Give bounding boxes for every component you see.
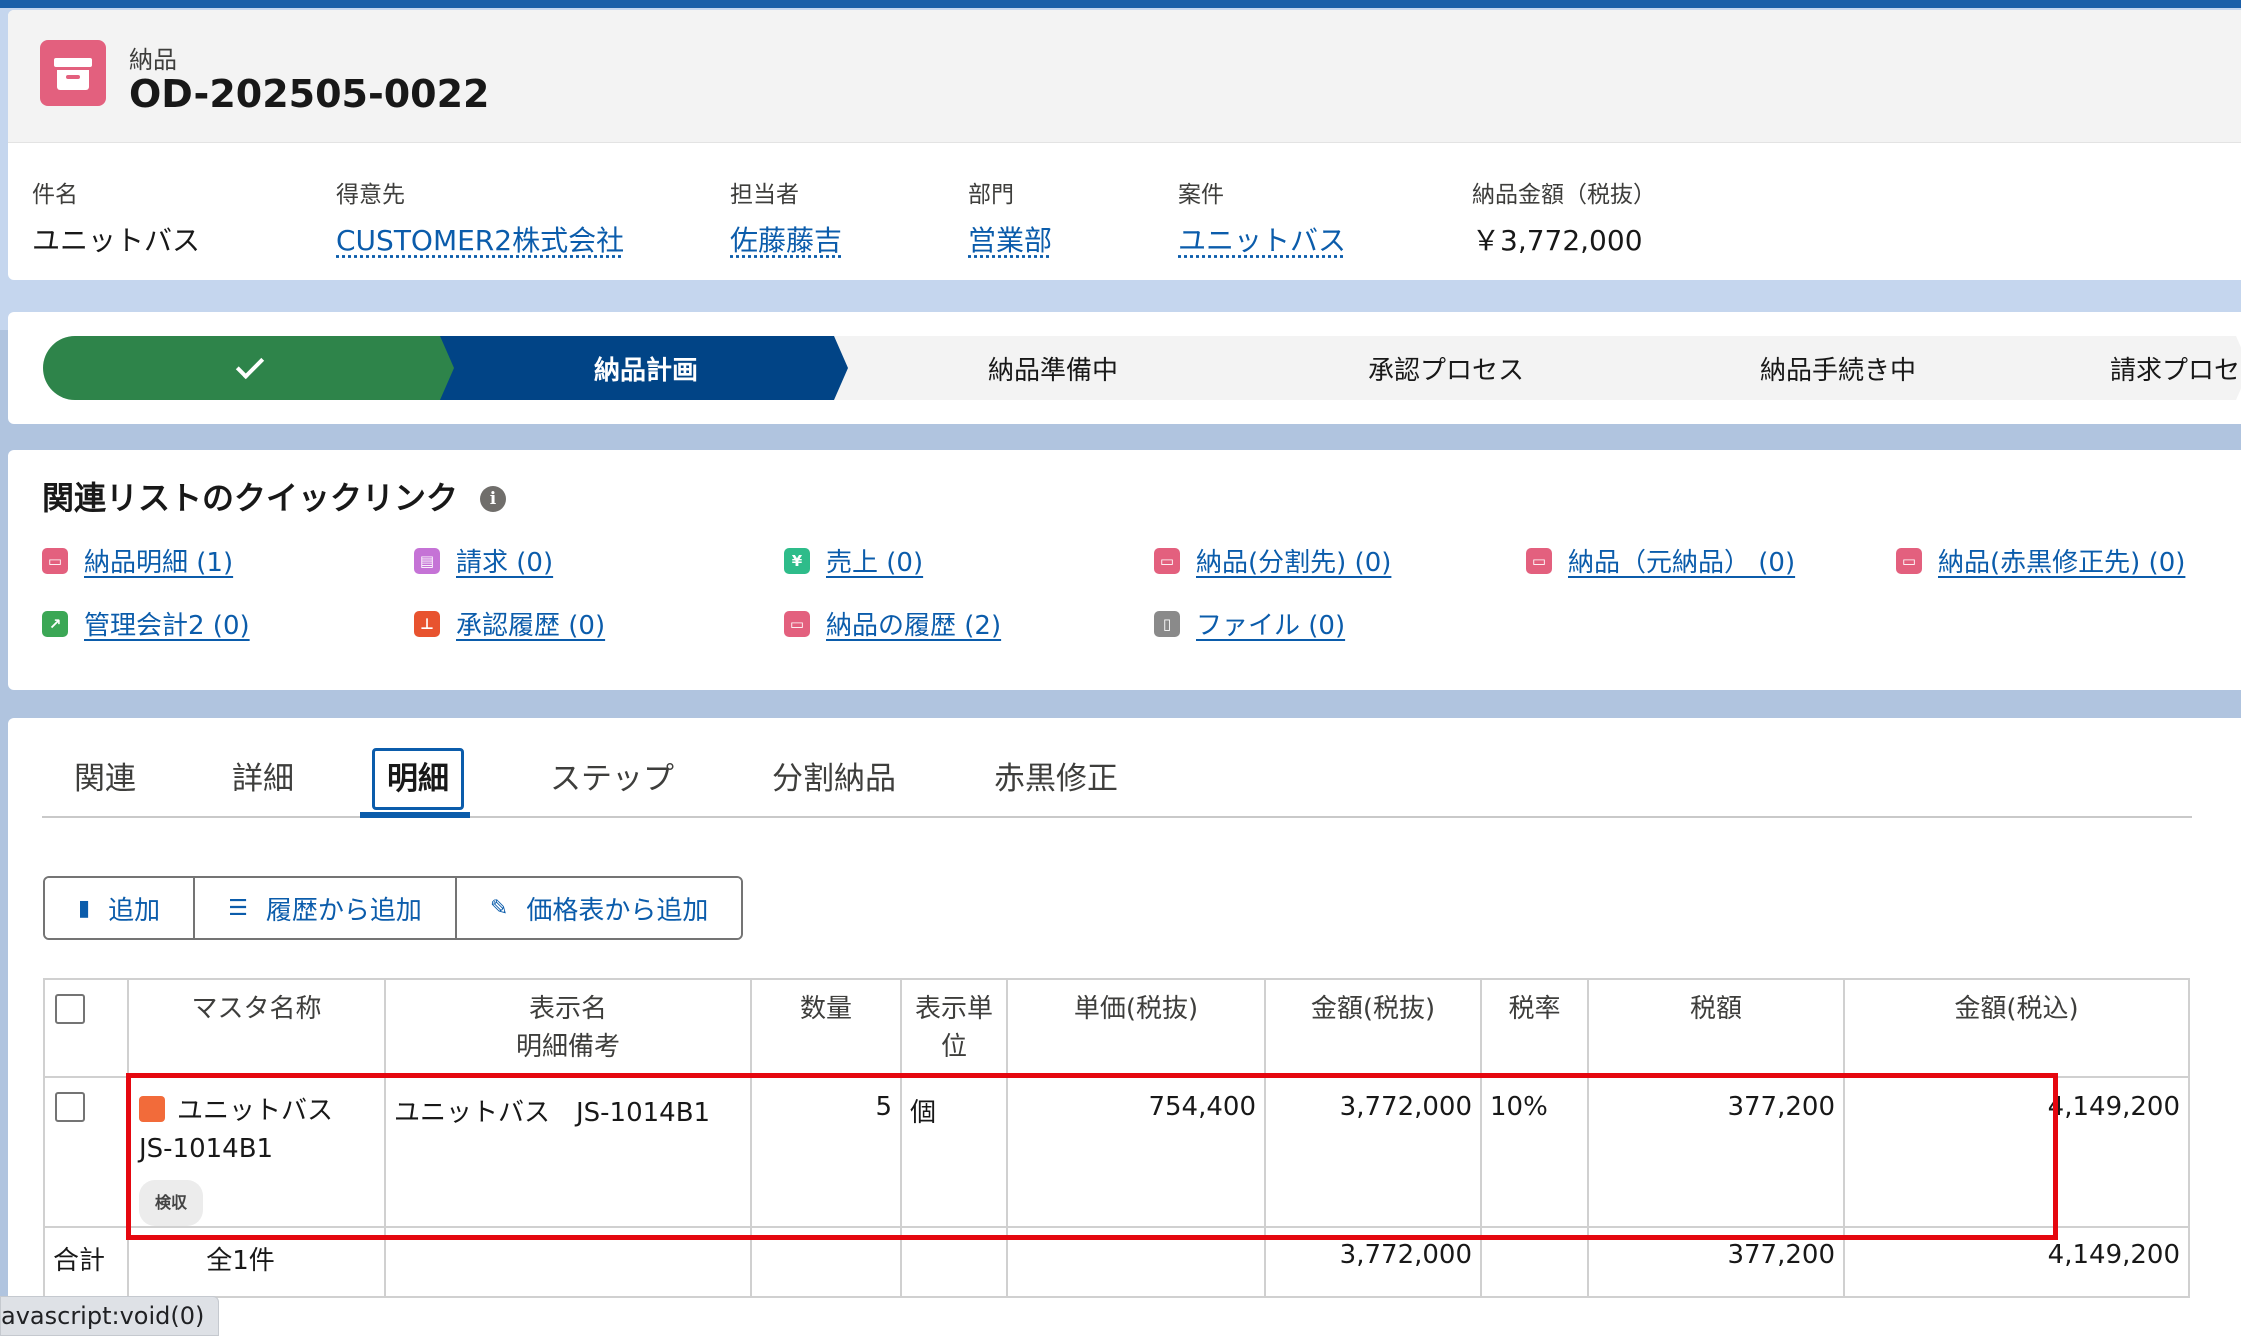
approval-icon: ⊥ (414, 610, 440, 637)
select-all-checkbox[interactable] (55, 994, 85, 1024)
header-quantity: 数量 (750, 978, 902, 1078)
path-step-procedure[interactable]: 納品手続き中 (1618, 336, 2058, 400)
object-label: 納品 (129, 46, 177, 74)
add-button[interactable]: ▮ 追加 (45, 878, 196, 938)
tab-line-items[interactable]: 明細 (372, 748, 464, 810)
checklist-icon: ☰ (228, 895, 248, 921)
path-card: 納品計画 納品準備中 承認プロセス 納品手続き中 請求プロセ (8, 312, 2241, 424)
chart-icon: ↗ (42, 610, 68, 637)
tab-split-delivery[interactable]: 分割納品 (772, 748, 896, 818)
table-header-row: マスタ名称 表示名 明細備考 数量 表示単位 単価(税抜) 金額(税抜) 税率 税… (43, 978, 2190, 1078)
quick-link-delivery-history[interactable]: ▭ 納品の履歴 (2) (784, 605, 1001, 642)
row-highlight-box (126, 1073, 2058, 1240)
tab-related[interactable]: 関連 (74, 748, 136, 818)
file-icon: ▯ (1154, 610, 1180, 637)
detail-tabs-card: 関連 詳細 明細 ステップ 分割納品 赤黒修正 ▮ 追加 ☰ 履歴から追加 ✎ 価格表… (8, 718, 2241, 1336)
header-tax-rate: 税率 (1480, 978, 1589, 1078)
path-step-approval[interactable]: 承認プロセス (1226, 336, 1666, 400)
total-label: 合計 (43, 1226, 129, 1298)
quick-link-split-delivery[interactable]: ▭ 納品(分割先) (0) (1154, 542, 1391, 579)
add-from-pricebook-button[interactable]: ✎ 価格表から追加 (456, 878, 742, 938)
checkmark-icon (235, 351, 263, 379)
header-amount-ex-tax: 金額(税抜) (1264, 978, 1482, 1078)
header-master-name: マスタ名称 (127, 978, 386, 1078)
related-quick-links: 関連リストのクイックリンク i ▭ 納品明細 (1) ▤ 請求 (0) ¥ 売上 (0… (8, 450, 2241, 690)
edit-list-icon: ✎ (489, 895, 509, 921)
quick-link-management-accounting[interactable]: ↗ 管理会計2 (0) (42, 605, 250, 642)
quick-link-files[interactable]: ▯ ファイル (0) (1154, 605, 1345, 642)
new-document-icon: ▮ (78, 895, 91, 921)
field-delivery-amount: 納品金額（税抜） ￥3,772,000 (1472, 182, 1656, 257)
opportunity-link[interactable]: ユニットバス (1178, 219, 1346, 259)
quick-link-sales[interactable]: ¥ 売上 (0) (784, 542, 923, 579)
record-header-top: 納品 OD-202505-0022 (8, 10, 2241, 143)
quick-links-title: 関連リストのクイックリンク (42, 479, 459, 517)
quick-link-original-delivery[interactable]: ▭ 納品（元納品） (0) (1526, 542, 1795, 579)
row-checkbox[interactable] (55, 1092, 85, 1122)
box-icon: ▭ (42, 547, 68, 574)
line-item-actions: ▮ 追加 ☰ 履歴から追加 ✎ 価格表から追加 (43, 876, 744, 940)
add-from-history-button[interactable]: ☰ 履歴から追加 (195, 878, 457, 938)
header-display-name: 表示名 明細備考 (384, 978, 752, 1078)
delivery-box-icon (40, 40, 106, 106)
header-unit: 表示単位 (900, 978, 1008, 1078)
row-select-cell (43, 1076, 129, 1228)
box-icon: ▭ (784, 610, 810, 637)
field-customer: 得意先 CUSTOMER2株式会社 (336, 182, 625, 259)
tab-correction[interactable]: 赤黒修正 (994, 748, 1118, 818)
tab-steps[interactable]: ステップ (550, 748, 674, 818)
active-tab-indicator (360, 812, 470, 818)
customer-link[interactable]: CUSTOMER2株式会社 (336, 219, 624, 259)
invoice-icon: ▤ (414, 547, 440, 574)
record-header: 納品 OD-202505-0022 件名 ユニットバス 得意先 CUSTOMER… (8, 10, 2241, 280)
header-unit-price: 単価(税抜) (1006, 978, 1266, 1078)
header-amount-in-tax: 金額(税込) (1843, 978, 2190, 1078)
field-opportunity: 案件 ユニットバス (1178, 182, 1347, 259)
quick-link-invoice[interactable]: ▤ 請求 (0) (414, 542, 553, 579)
yen-icon: ¥ (784, 547, 810, 574)
tab-details[interactable]: 詳細 (232, 748, 294, 818)
department-link[interactable]: 営業部 (968, 219, 1052, 259)
box-icon: ▭ (1896, 547, 1922, 574)
box-icon: ▭ (1154, 547, 1180, 574)
path-step-billing[interactable]: 請求プロセ (2010, 336, 2241, 400)
status-path: 納品計画 納品準備中 承認プロセス 納品手続き中 請求プロセ (43, 336, 2241, 400)
field-owner: 担当者 佐藤藤吉 (730, 182, 843, 259)
quick-link-delivery-details[interactable]: ▭ 納品明細 (1) (42, 542, 233, 579)
record-title: OD-202505-0022 (129, 72, 490, 116)
browser-status-bar: avascript:void(0) (0, 1296, 220, 1336)
quick-link-correction-delivery[interactable]: ▭ 納品(赤黒修正先) (0) (1896, 542, 2185, 579)
header-tax-amount: 税額 (1587, 978, 1845, 1078)
info-icon[interactable]: i (480, 486, 506, 512)
tab-bar: 関連 詳細 明細 ステップ 分割納品 赤黒修正 (42, 748, 2192, 818)
path-step-completed[interactable] (43, 336, 456, 400)
path-step-delivery-plan[interactable]: 納品計画 (440, 336, 852, 400)
field-subject: 件名 ユニットバス (32, 182, 201, 257)
path-step-preparing[interactable]: 納品準備中 (834, 336, 1272, 400)
owner-link[interactable]: 佐藤藤吉 (730, 219, 842, 259)
field-department: 部門 営業部 (968, 182, 1053, 259)
box-icon: ▭ (1526, 547, 1552, 574)
quick-link-approval-history[interactable]: ⊥ 承認履歴 (0) (414, 605, 605, 642)
select-all-cell (43, 978, 129, 1078)
